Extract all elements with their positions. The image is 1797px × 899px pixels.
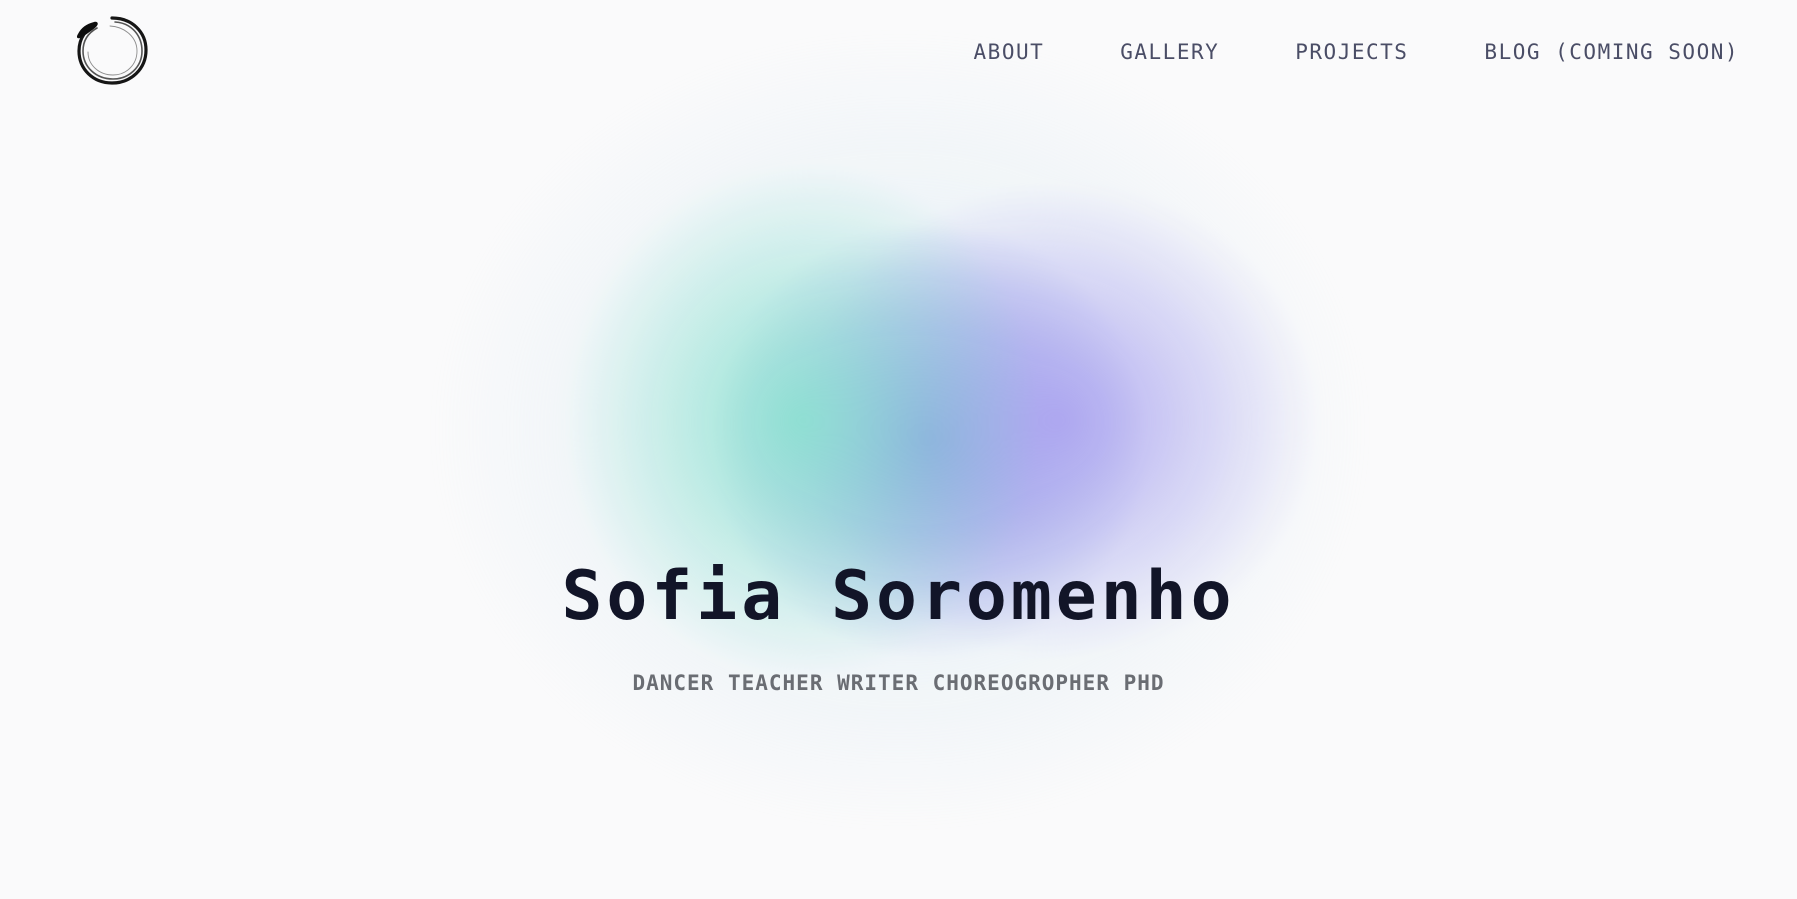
hero-title: Sofia Soromenho [561, 557, 1236, 636]
enso-logo-icon[interactable] [72, 10, 152, 90]
main-nav: ABOUT GALLERY PROJECTS BLOG (COMING SOON… [974, 40, 1739, 64]
gradient-blob-background [0, 0, 1797, 899]
enso-circle-icon [76, 16, 148, 85]
nav-link-about[interactable]: ABOUT [974, 40, 1045, 64]
nav-link-projects[interactable]: PROJECTS [1295, 40, 1408, 64]
hero-subtitle: DANCER TEACHER WRITER CHOREOGROPHER PHD [632, 671, 1165, 695]
nav-link-blog[interactable]: BLOG (COMING SOON) [1484, 40, 1739, 64]
page: ABOUT GALLERY PROJECTS BLOG (COMING SOON… [0, 0, 1797, 899]
nav-link-gallery[interactable]: GALLERY [1120, 40, 1219, 64]
